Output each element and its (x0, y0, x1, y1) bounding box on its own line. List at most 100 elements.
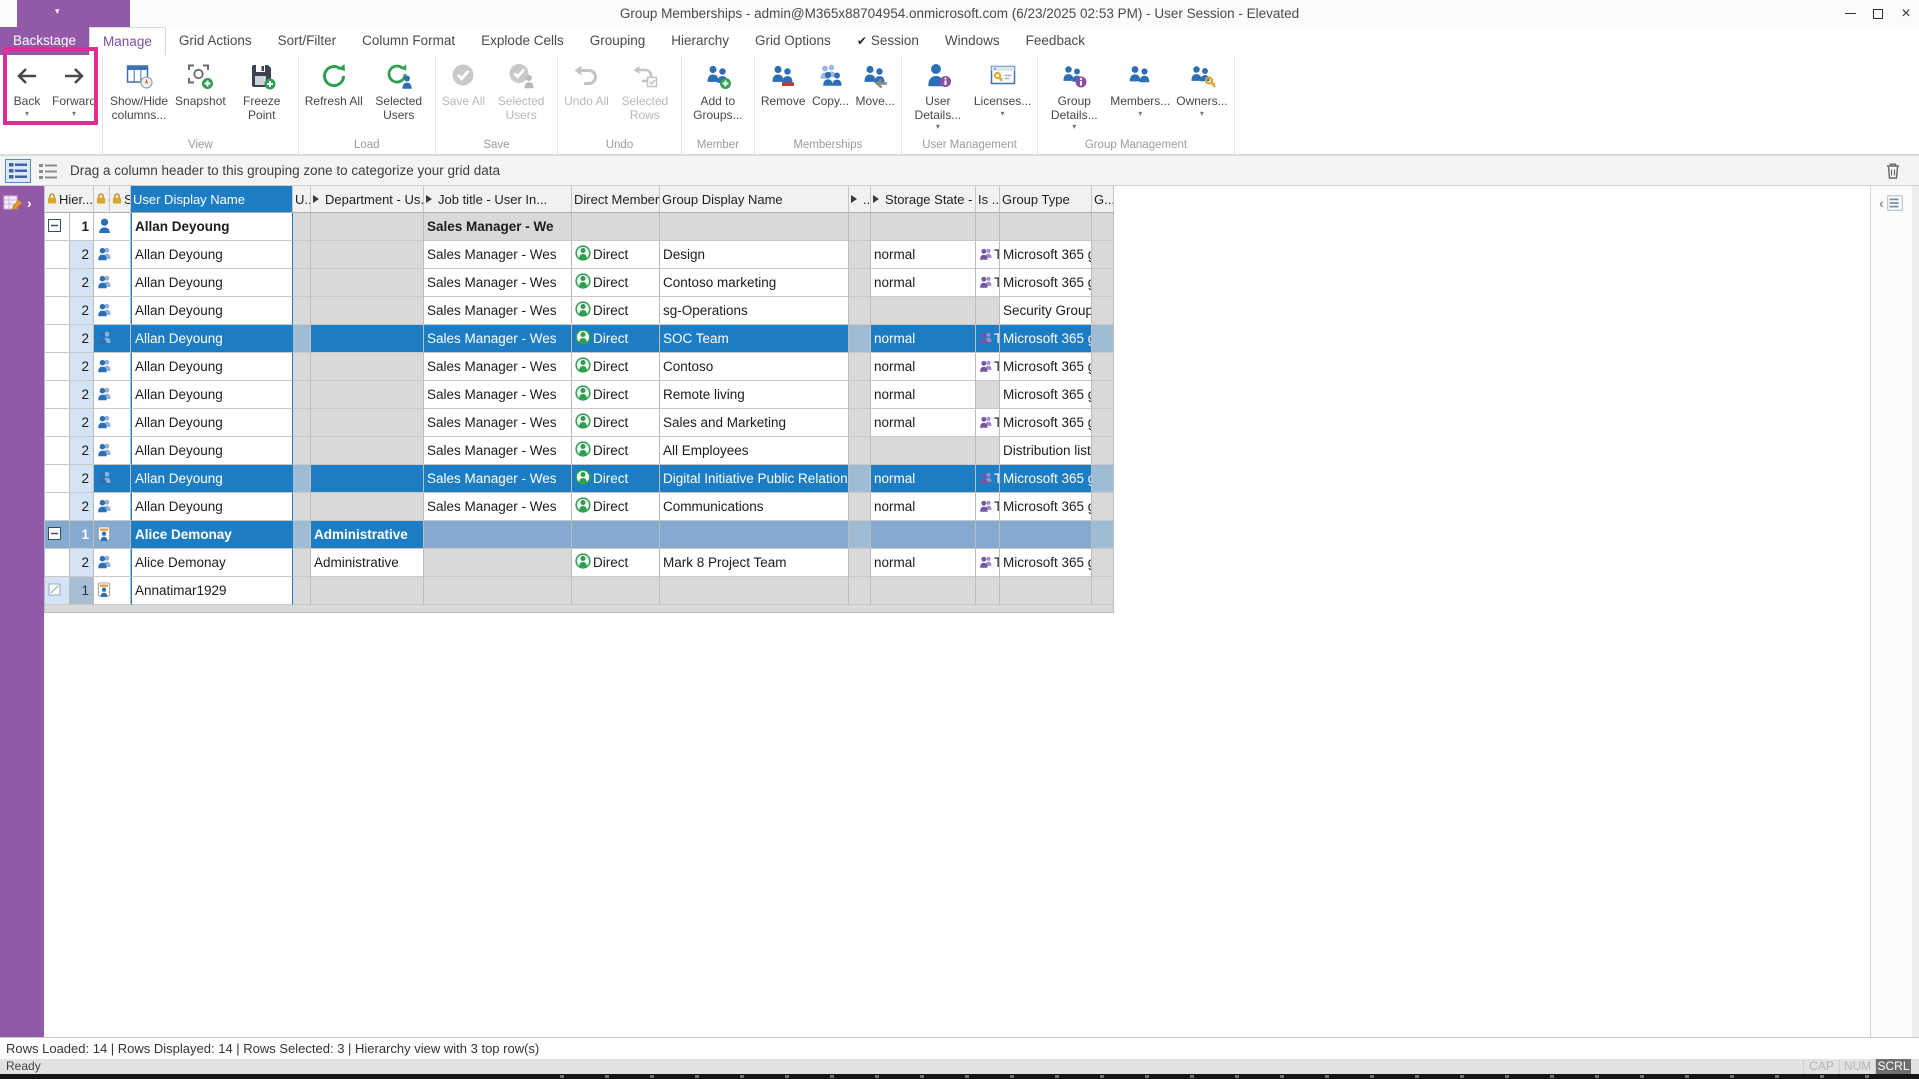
cell-group[interactable]: Design (660, 241, 849, 269)
cell-icon[interactable] (94, 493, 131, 521)
cell-g[interactable] (1092, 213, 1114, 241)
grid-row-10[interactable]: 2Allan DeyoungSales Manager - WesDirectD… (44, 465, 1114, 493)
cell-gtype[interactable]: Microsoft 365 gr (1000, 381, 1092, 409)
cell-is[interactable] (976, 381, 1000, 409)
selected-users-button[interactable]: Selected Users (488, 60, 554, 123)
cell-storage[interactable]: normal (871, 269, 976, 297)
tab-explode-cells[interactable]: Explode Cells (468, 27, 577, 55)
user-details-button[interactable]: User Details...▾ (905, 60, 971, 133)
dropdown-caret-icon[interactable]: ▾ (936, 123, 940, 132)
cell-direct[interactable]: Direct (572, 465, 660, 493)
cell-name[interactable]: Allan Deyoung (131, 297, 293, 325)
cell-group[interactable]: Sales and Marketing (660, 409, 849, 437)
cell-dept[interactable] (311, 381, 424, 409)
cell-dept[interactable] (311, 297, 424, 325)
cell-group[interactable]: Remote living (660, 381, 849, 409)
tab-windows[interactable]: Windows (932, 27, 1013, 55)
left-panel-strip[interactable]: › (0, 186, 44, 1038)
cell-exp[interactable] (44, 269, 70, 297)
cell-n1[interactable] (849, 465, 871, 493)
back-button[interactable]: Back▾ (5, 60, 49, 120)
cell-num[interactable]: 2 (70, 409, 94, 437)
col-header-is[interactable]: Is ... (976, 186, 1000, 213)
forward-button[interactable]: Forward▾ (49, 60, 99, 120)
cell-exp[interactable] (44, 241, 70, 269)
col-header-x[interactable]: ( (94, 186, 110, 213)
col-header-storage-state-d[interactable]: Storage State - D... (871, 186, 976, 213)
cell-storage[interactable]: normal (871, 549, 976, 577)
grid-row-3[interactable]: 2Allan DeyoungSales Manager - WesDirectC… (44, 269, 1114, 297)
cell-g[interactable] (1092, 493, 1114, 521)
cell-u[interactable] (293, 353, 311, 381)
cell-is[interactable] (976, 577, 1000, 605)
cell-gtype[interactable]: Microsoft 365 gr (1000, 325, 1092, 353)
owners-button[interactable]: Owners...▾ (1173, 60, 1230, 120)
cell-storage[interactable] (871, 577, 976, 605)
cell-icon[interactable] (94, 353, 131, 381)
grid-row-11[interactable]: 2Allan DeyoungSales Manager - WesDirectC… (44, 493, 1114, 521)
cell-job[interactable]: Sales Manager - We (424, 213, 572, 241)
licenses-button[interactable]: Licenses...▾ (971, 60, 1034, 120)
cell-icon[interactable] (94, 381, 131, 409)
cell-n1[interactable] (849, 409, 871, 437)
cell-exp[interactable] (44, 437, 70, 465)
cell-num[interactable]: 2 (70, 549, 94, 577)
cell-direct[interactable] (572, 577, 660, 605)
cell-icon[interactable] (94, 521, 131, 549)
cell-num[interactable]: 1 (70, 521, 94, 549)
group-details-button[interactable]: Group Details...▾ (1041, 60, 1107, 133)
tab-feedback[interactable]: Feedback (1013, 27, 1098, 55)
cell-name[interactable]: Allan Deyoung (131, 465, 293, 493)
cell-direct[interactable]: Direct (572, 325, 660, 353)
cell-group[interactable]: SOC Team (660, 325, 849, 353)
cell-g[interactable] (1092, 409, 1114, 437)
cell-gtype[interactable]: Microsoft 365 gr (1000, 493, 1092, 521)
dropdown-caret-icon[interactable]: ▾ (1200, 110, 1204, 119)
col-header-direct-member[interactable]: Direct Member (572, 186, 660, 213)
cell-group[interactable] (660, 213, 849, 241)
snapshot-button[interactable]: Snapshot (172, 60, 229, 110)
cell-name[interactable]: Allan Deyoung (131, 325, 293, 353)
cell-n1[interactable] (849, 325, 871, 353)
cell-name[interactable]: Allan Deyoung (131, 269, 293, 297)
collapse-button[interactable] (48, 219, 61, 235)
grid-row-6[interactable]: 2Allan DeyoungSales Manager - WesDirectC… (44, 353, 1114, 381)
col-header-department-us[interactable]: Department - Us... (311, 186, 424, 213)
col-header-job-title-user-in[interactable]: Job title - User In... (424, 186, 572, 213)
col-header-s[interactable]: S... (110, 186, 131, 213)
cell-dept[interactable] (311, 577, 424, 605)
cell-name[interactable]: Annatimar1929 (131, 577, 293, 605)
tab-manage[interactable]: Manage (89, 27, 166, 55)
row-edit-checkbox-icon[interactable] (48, 583, 61, 599)
cell-name[interactable]: Alice Demonay (131, 549, 293, 577)
quick-access-caret-icon[interactable]: ▾ (55, 6, 60, 17)
cell-is[interactable]: T (976, 325, 1000, 353)
cell-group[interactable]: Contoso (660, 353, 849, 381)
cell-g[interactable] (1092, 549, 1114, 577)
cell-gtype[interactable]: Microsoft 365 gr (1000, 353, 1092, 381)
cell-u[interactable] (293, 213, 311, 241)
cell-n1[interactable] (849, 353, 871, 381)
cell-storage[interactable]: normal (871, 493, 976, 521)
cell-u[interactable] (293, 493, 311, 521)
cell-n1[interactable] (849, 437, 871, 465)
cell-icon[interactable] (94, 465, 131, 493)
cell-g[interactable] (1092, 325, 1114, 353)
cell-icon[interactable] (94, 409, 131, 437)
cell-dept[interactable] (311, 409, 424, 437)
grid-row-7[interactable]: 2Allan DeyoungSales Manager - WesDirectR… (44, 381, 1114, 409)
cell-direct[interactable] (572, 213, 660, 241)
col-header-hier[interactable]: Hier... (44, 186, 94, 213)
cell-direct[interactable]: Direct (572, 241, 660, 269)
cell-job[interactable]: Sales Manager - Wes (424, 325, 572, 353)
cell-g[interactable] (1092, 297, 1114, 325)
cell-n1[interactable] (849, 297, 871, 325)
chevron-right-icon[interactable]: › (27, 195, 32, 211)
cell-n1[interactable] (849, 241, 871, 269)
cell-num[interactable]: 2 (70, 241, 94, 269)
cell-job[interactable] (424, 521, 572, 549)
cell-u[interactable] (293, 269, 311, 297)
cell-gtype[interactable]: Microsoft 365 gr (1000, 269, 1092, 297)
cell-exp[interactable] (44, 521, 70, 549)
cell-dept[interactable] (311, 269, 424, 297)
